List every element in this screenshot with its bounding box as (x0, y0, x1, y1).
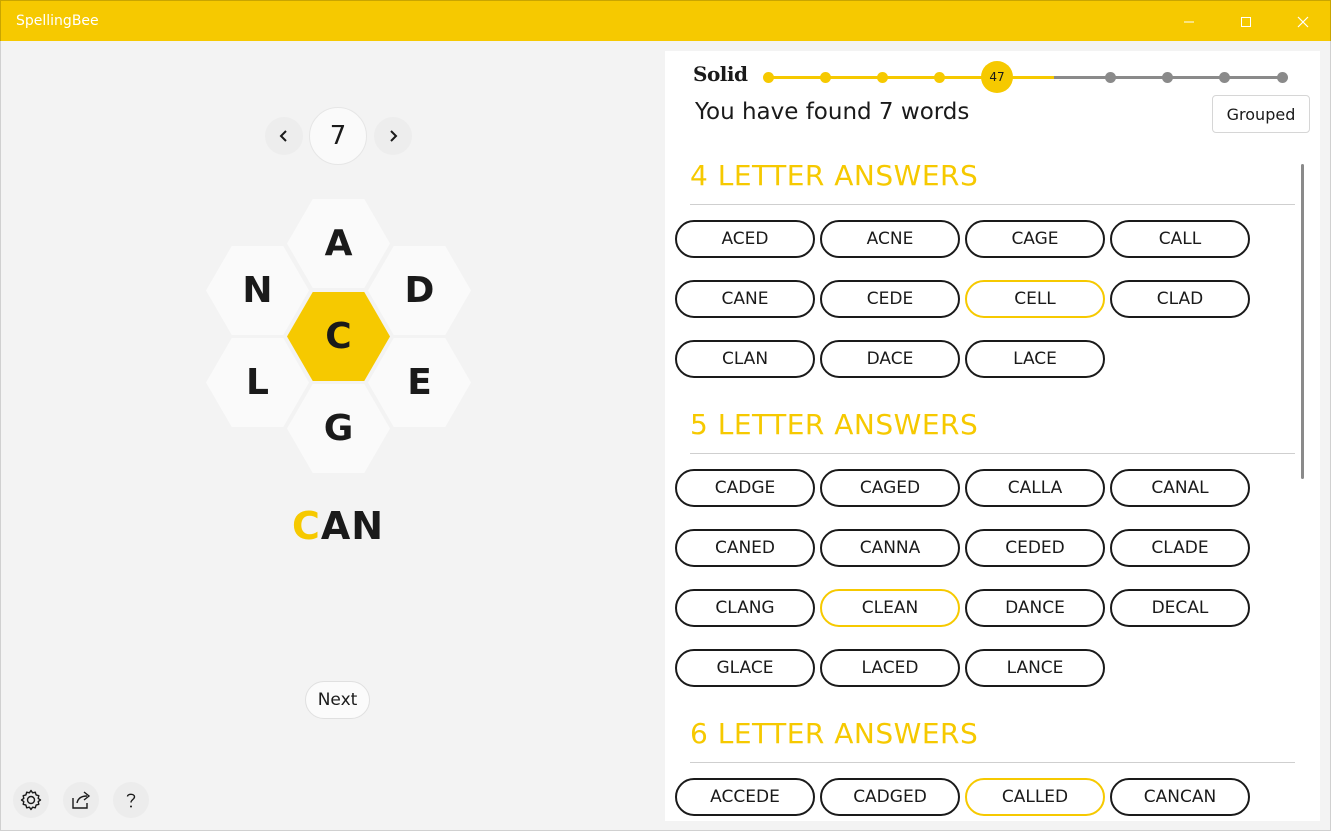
answer-word-pill: CALL (1110, 220, 1250, 258)
progress-step-dot (819, 72, 831, 83)
chevron-left-icon (279, 130, 287, 142)
rank-label: Solid (693, 62, 748, 86)
maximize-button[interactable] (1217, 1, 1274, 42)
answer-word-pill: DECAL (1110, 589, 1250, 627)
grouped-toggle-button[interactable]: Grouped (1212, 95, 1310, 133)
answer-word-pill: CLANG (675, 589, 815, 627)
answer-word-pill: CADGED (820, 778, 960, 816)
maximize-icon (1240, 16, 1251, 27)
answer-word-pill: CEDED (965, 529, 1105, 567)
previous-puzzle-button[interactable] (265, 117, 303, 155)
next-puzzle-button[interactable] (374, 117, 412, 155)
answer-word-pill: ACNE (820, 220, 960, 258)
answer-word-pill: CANED (675, 529, 815, 567)
progress-step-dot (1276, 72, 1288, 83)
settings-icon (20, 789, 42, 811)
section-title: 5 LETTER ANSWERS (690, 408, 979, 441)
close-icon (1297, 16, 1308, 27)
answers-panel: Solid 47 You have found 7 words Grouped … (665, 51, 1320, 821)
section-divider (690, 204, 1295, 205)
progress-step-dot (1162, 72, 1174, 83)
current-word-rest: AN (320, 504, 385, 548)
share-button[interactable] (63, 782, 99, 818)
chevron-right-icon (390, 130, 398, 142)
answer-word-pill: CALLA (965, 469, 1105, 507)
found-words-count: You have found 7 words (695, 99, 970, 125)
answer-word-pill: CANCAN (1110, 778, 1250, 816)
puzzle-number: 7 (309, 107, 367, 165)
answer-word-pill: DANCE (965, 589, 1105, 627)
answer-word-pill: CEDE (820, 280, 960, 318)
progress-step-dot (762, 72, 774, 83)
help-button[interactable] (113, 782, 149, 818)
answer-word-pill: CLEAN (820, 589, 960, 627)
answer-word-pill: ACCEDE (675, 778, 815, 816)
answer-word-pill: GLACE (675, 649, 815, 687)
app-title: SpellingBee (16, 13, 99, 29)
answer-word-pill: CLAD (1110, 280, 1250, 318)
answer-word-pill: CADGE (675, 469, 815, 507)
share-icon (72, 791, 91, 809)
answer-word-pill: CLADE (1110, 529, 1250, 567)
section-title: 6 LETTER ANSWERS (690, 717, 979, 750)
answer-word-pill: DACE (820, 340, 960, 378)
progress-step-dot (1105, 72, 1117, 83)
next-button[interactable]: Next (305, 681, 370, 719)
close-button[interactable] (1274, 1, 1331, 42)
minimize-icon (1183, 21, 1194, 22)
answer-word-pill: CAGE (965, 220, 1105, 258)
answer-word-pill: ACED (675, 220, 815, 258)
section-divider (690, 453, 1295, 454)
title-bar: SpellingBee (0, 0, 1331, 41)
answer-word-pill: CELL (965, 280, 1105, 318)
current-word-center-letter: C (291, 504, 321, 548)
score-badge: 47 (981, 61, 1013, 93)
answer-word-pill: CAGED (820, 469, 960, 507)
answer-word-pill: LANCE (965, 649, 1105, 687)
section-title: 4 LETTER ANSWERS (690, 159, 979, 192)
answer-word-pill: LACED (820, 649, 960, 687)
settings-button[interactable] (13, 782, 49, 818)
progress-step-dot (1219, 72, 1231, 83)
answer-word-pill: CANE (675, 280, 815, 318)
answer-word-pill: CANAL (1110, 469, 1250, 507)
answer-word-pill: CANNA (820, 529, 960, 567)
answer-word-pill: CLAN (675, 340, 815, 378)
scrollbar[interactable] (1301, 164, 1304, 479)
progress-step-dot (933, 72, 945, 83)
minimize-button[interactable] (1160, 1, 1217, 42)
answer-word-pill: LACE (965, 340, 1105, 378)
section-divider (690, 762, 1295, 763)
current-word: CAN (238, 504, 438, 548)
answer-word-pill: CALLED (965, 778, 1105, 816)
progress-step-dot (876, 72, 888, 83)
help-icon (126, 793, 136, 808)
